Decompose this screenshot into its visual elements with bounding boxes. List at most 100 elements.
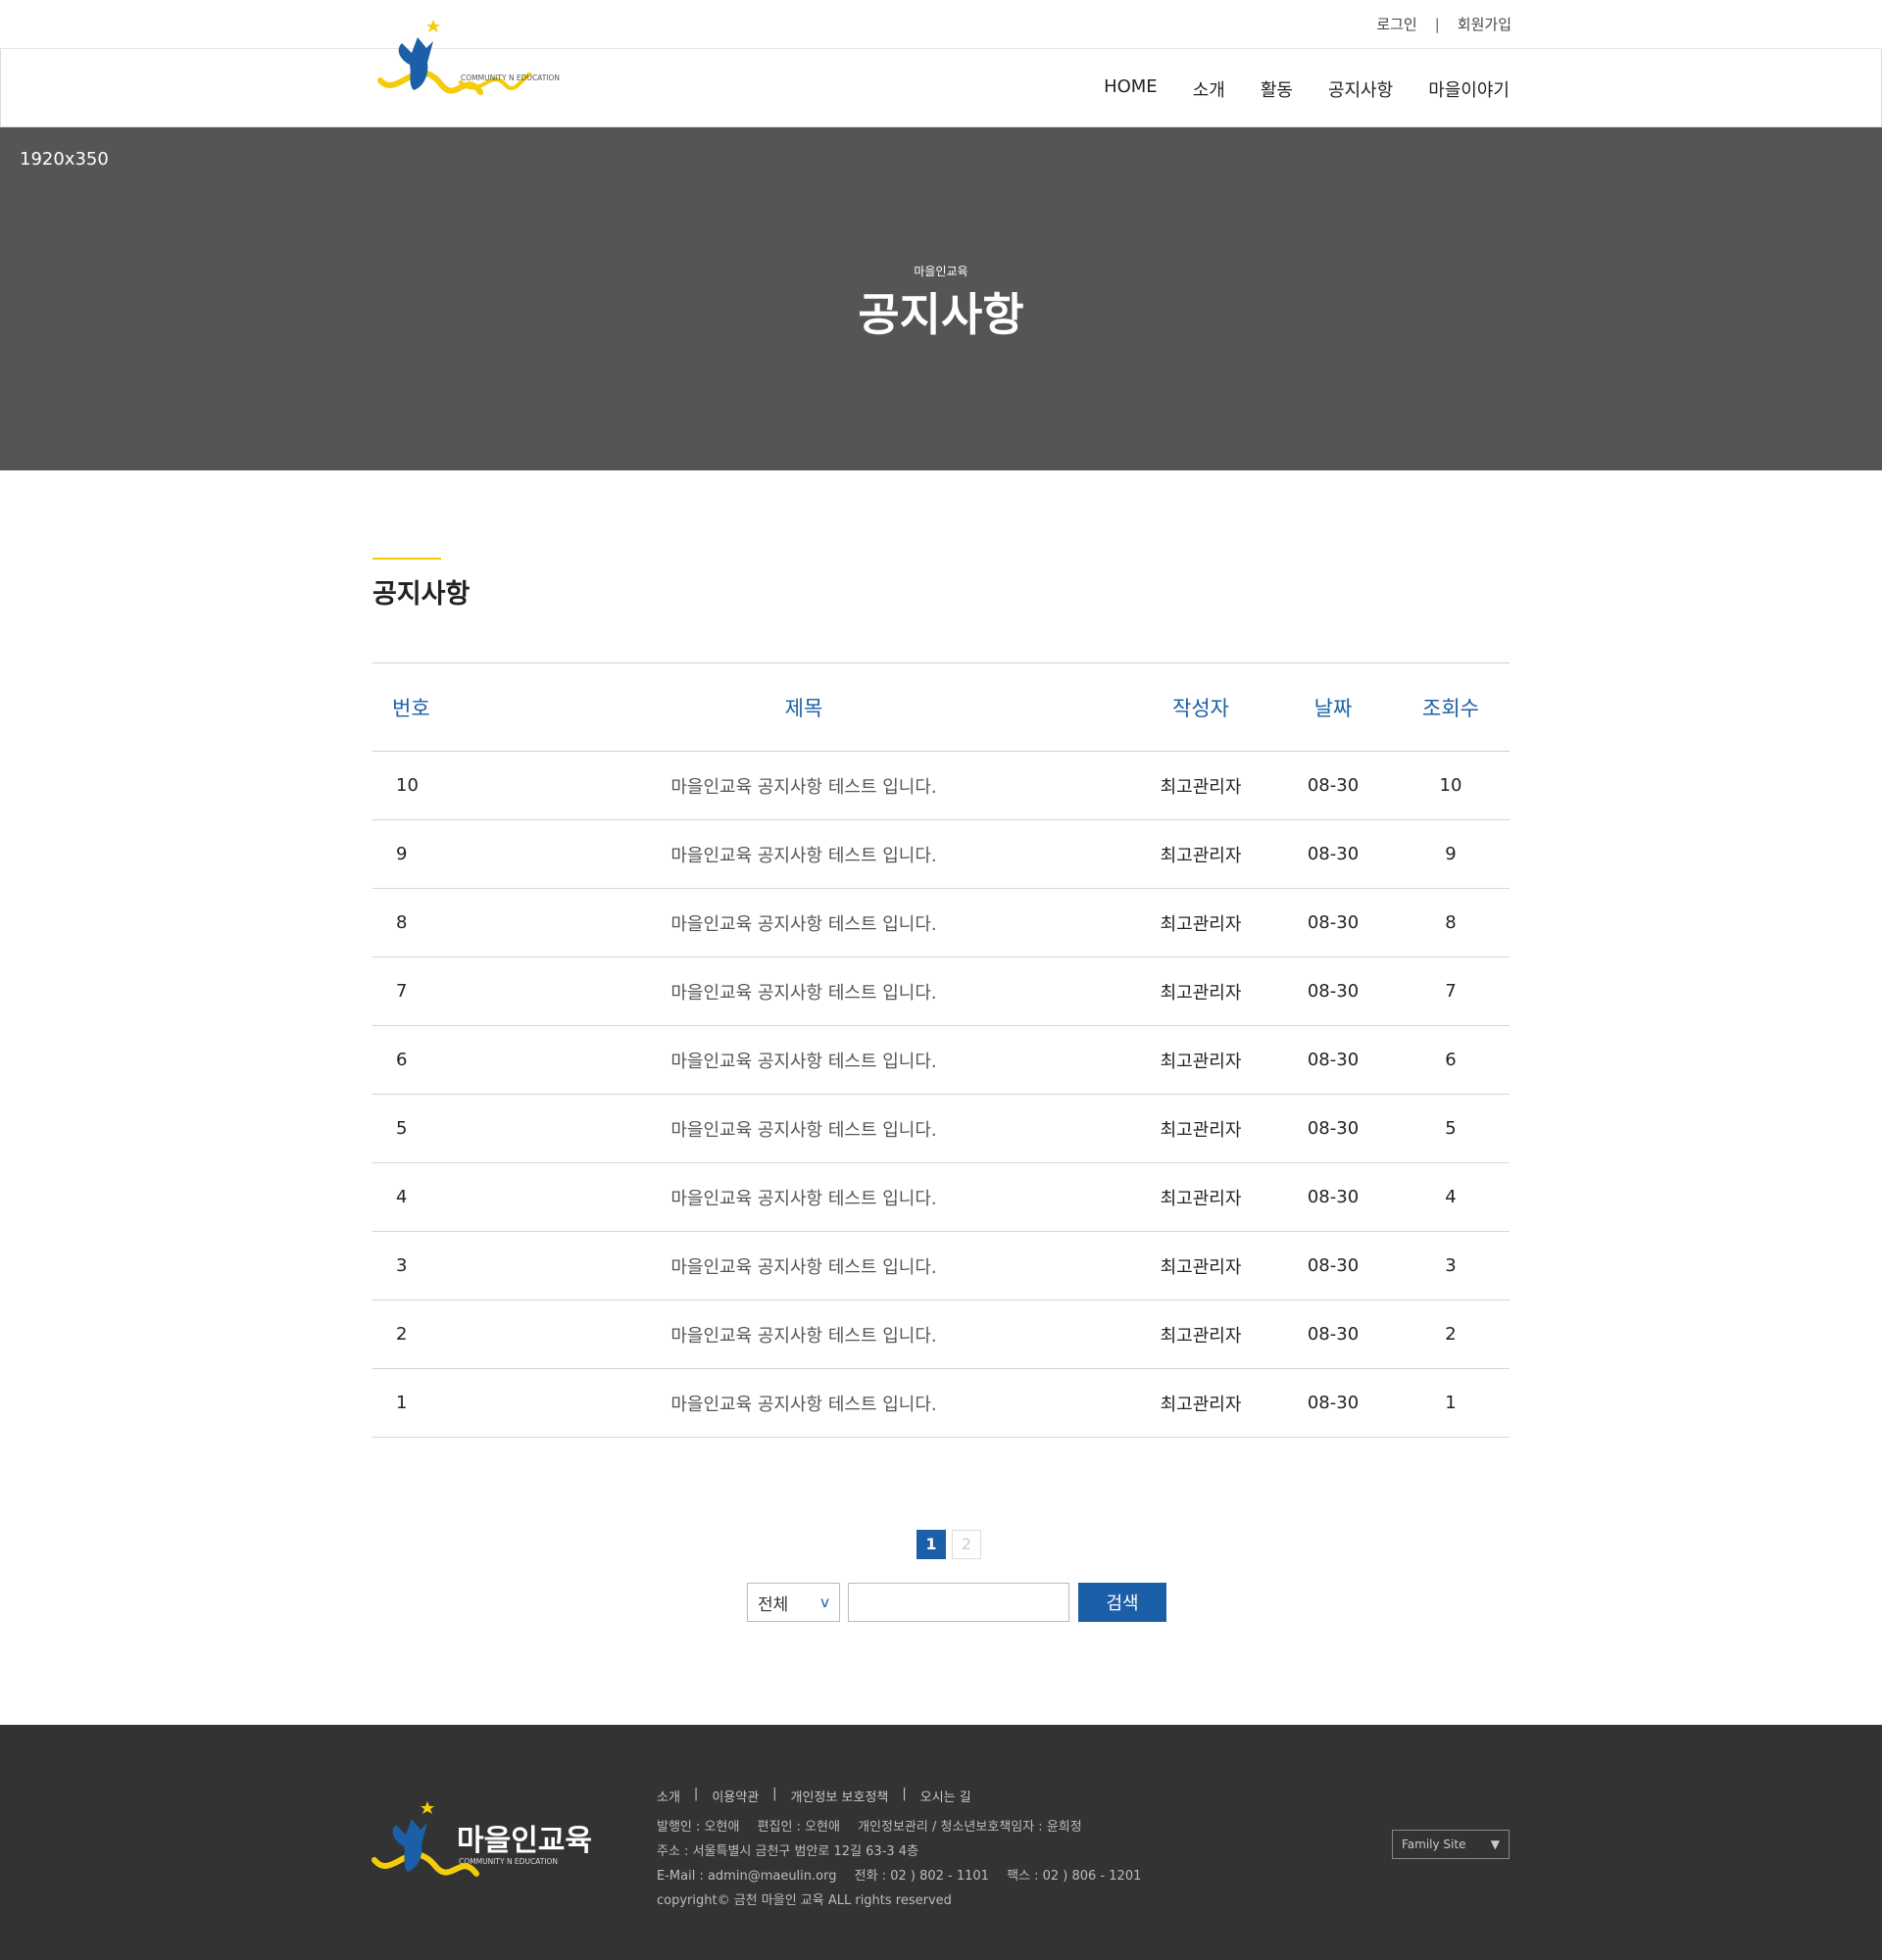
search-bar: 전체 v 검색 [747, 1583, 1166, 1622]
cell-views: 3 [1392, 1231, 1510, 1300]
page-title: 공지사항 [372, 579, 470, 610]
privacy-officer-text: 개인정보관리 / 청소년보호책임자 : 윤희정 [858, 1820, 1082, 1835]
nav-activity[interactable]: 활동 [1261, 76, 1293, 102]
cell-num: 8 [372, 888, 480, 957]
footer-info-row: 주소 : 서울특별시 금천구 범안로 12길 63-3 4층 [657, 1839, 1155, 1864]
nav-home[interactable]: HOME [1104, 76, 1158, 102]
top-bar: 로그인 | 회원가입 [0, 0, 1882, 49]
cell-num: 1 [372, 1368, 480, 1438]
editor-text: 편집인 : 오현애 [757, 1820, 840, 1835]
nav-story[interactable]: 마을이야기 [1428, 76, 1510, 102]
cell-date: 08-30 [1274, 751, 1392, 820]
navbar [0, 49, 1882, 127]
cell-subject-link[interactable]: 마을인교육 공지사항 테스트 입니다. [480, 888, 1127, 957]
hero-placeholder-text: 1920x350 [20, 149, 109, 170]
cell-subject-link[interactable]: 마을인교육 공지사항 테스트 입니다. [480, 1368, 1127, 1438]
cell-num: 5 [372, 1094, 480, 1163]
family-site-select[interactable]: Family Site ▼ [1392, 1830, 1510, 1859]
cell-date: 08-30 [1274, 819, 1392, 889]
cell-subject-link[interactable]: 마을인교육 공지사항 테스트 입니다. [480, 819, 1127, 889]
cell-num: 6 [372, 1025, 480, 1095]
footer-link-terms[interactable]: 이용약관 [712, 1787, 759, 1805]
cell-date: 08-30 [1274, 1162, 1392, 1232]
footer-logo-tagline: COMMUNITY N EDUCATION [459, 1857, 558, 1866]
cell-views: 6 [1392, 1025, 1510, 1095]
table-row[interactable]: 8 마을인교육 공지사항 테스트 입니다. 최고관리자 08-30 8 [372, 888, 1510, 957]
table-row[interactable]: 10 마을인교육 공지사항 테스트 입니다. 최고관리자 08-30 10 [372, 751, 1510, 820]
search-field-value: 전체 [758, 1594, 789, 1615]
cell-num: 10 [372, 751, 480, 820]
footer-link-about[interactable]: 소개 [657, 1787, 680, 1805]
cell-subject-link[interactable]: 마을인교육 공지사항 테스트 입니다. [480, 1094, 1127, 1163]
footer: 마을인교육 COMMUNITY N EDUCATION 소개 | 이용약관 | … [0, 1725, 1882, 1960]
cell-subject-link[interactable]: 마을인교육 공지사항 테스트 입니다. [480, 1299, 1127, 1369]
logo-tagline: COMMUNITY N EDUCATION [461, 74, 560, 82]
separator: | [1434, 15, 1440, 33]
cell-writer: 최고관리자 [1127, 1094, 1274, 1163]
cell-subject-link[interactable]: 마을인교육 공지사항 테스트 입니다. [480, 956, 1127, 1026]
table-row[interactable]: 4 마을인교육 공지사항 테스트 입니다. 최고관리자 08-30 4 [372, 1162, 1510, 1232]
table-row[interactable]: 7 마을인교육 공지사항 테스트 입니다. 최고관리자 08-30 7 [372, 956, 1510, 1026]
table-row[interactable]: 1 마을인교육 공지사항 테스트 입니다. 최고관리자 08-30 1 [372, 1368, 1510, 1438]
page: 로그인 | 회원가입 COMMUNITY N EDUCATION HOME 소개… [0, 0, 1882, 1960]
cell-num: 9 [372, 819, 480, 889]
table-row[interactable]: 2 마을인교육 공지사항 테스트 입니다. 최고관리자 08-30 2 [372, 1299, 1510, 1369]
search-field-select[interactable]: 전체 v [747, 1583, 840, 1622]
cell-views: 9 [1392, 819, 1510, 889]
col-header-date: 날짜 [1274, 662, 1392, 752]
col-header-subject: 제목 [480, 662, 1127, 752]
cell-writer: 최고관리자 [1127, 1368, 1274, 1438]
table-row[interactable]: 9 마을인교육 공지사항 테스트 입니다. 최고관리자 08-30 9 [372, 819, 1510, 889]
fax-text: 팩스 : 02 ) 806 - 1201 [1007, 1869, 1142, 1884]
footer-info-row: copyright© 금천 마을인 교육 ALL rights reserved [657, 1888, 1155, 1913]
cell-writer: 최고관리자 [1127, 888, 1274, 957]
table-row[interactable]: 3 마을인교육 공지사항 테스트 입니다. 최고관리자 08-30 3 [372, 1231, 1510, 1300]
cell-date: 08-30 [1274, 1368, 1392, 1438]
col-header-writer: 작성자 [1127, 662, 1274, 752]
cell-date: 08-30 [1274, 1025, 1392, 1095]
separator: | [902, 1787, 907, 1801]
site-logo[interactable]: COMMUNITY N EDUCATION [372, 14, 588, 112]
table-row[interactable]: 6 마을인교육 공지사항 테스트 입니다. 최고관리자 08-30 6 [372, 1025, 1510, 1095]
cell-views: 7 [1392, 956, 1510, 1026]
page-2-button[interactable]: 2 [952, 1530, 981, 1559]
search-button[interactable]: 검색 [1078, 1583, 1166, 1622]
nav-about[interactable]: 소개 [1193, 76, 1225, 102]
hero-title: 공지사항 [858, 288, 1024, 341]
table-header-row: 번호 제목 작성자 날짜 조회수 [372, 662, 1510, 752]
family-site-label: Family Site [1402, 1838, 1466, 1851]
cell-views: 1 [1392, 1368, 1510, 1438]
footer-info: 발행인 : 오현애 편집인 : 오현애 개인정보관리 / 청소년보호책임자 : … [657, 1815, 1155, 1913]
cell-num: 7 [372, 956, 480, 1026]
col-header-views: 조회수 [1392, 662, 1510, 752]
separator: | [693, 1787, 699, 1801]
cell-writer: 최고관리자 [1127, 1025, 1274, 1095]
cell-subject-link[interactable]: 마을인교육 공지사항 테스트 입니다. [480, 1231, 1127, 1300]
cell-subject-link[interactable]: 마을인교육 공지사항 테스트 입니다. [480, 751, 1127, 820]
cell-num: 2 [372, 1299, 480, 1369]
footer-link-directions[interactable]: 오시는 길 [920, 1787, 971, 1805]
cell-subject-link[interactable]: 마을인교육 공지사항 테스트 입니다. [480, 1025, 1127, 1095]
col-header-num: 번호 [372, 662, 480, 752]
cell-num: 4 [372, 1162, 480, 1232]
copyright-text: copyright© 금천 마을인 교육 ALL rights reserved [657, 1893, 952, 1908]
table-row[interactable]: 5 마을인교육 공지사항 테스트 입니다. 최고관리자 08-30 5 [372, 1094, 1510, 1163]
signup-link[interactable]: 회원가입 [1458, 14, 1511, 34]
cell-date: 08-30 [1274, 1094, 1392, 1163]
notice-table: 번호 제목 작성자 날짜 조회수 10 마을인교육 공지사항 테스트 입니다. … [372, 662, 1510, 1438]
chevron-down-icon: v [820, 1593, 829, 1611]
search-input[interactable] [848, 1583, 1069, 1622]
cell-subject-link[interactable]: 마을인교육 공지사항 테스트 입니다. [480, 1162, 1127, 1232]
cell-date: 08-30 [1274, 956, 1392, 1026]
page-1-button[interactable]: 1 [916, 1530, 946, 1559]
cell-num: 3 [372, 1231, 480, 1300]
footer-link-privacy[interactable]: 개인정보 보호정책 [791, 1787, 889, 1805]
cell-views: 8 [1392, 888, 1510, 957]
pagination: 1 2 [916, 1530, 981, 1559]
dropdown-arrow-icon: ▼ [1490, 1838, 1500, 1851]
login-link[interactable]: 로그인 [1376, 14, 1416, 34]
cell-date: 08-30 [1274, 1231, 1392, 1300]
nav-notice[interactable]: 공지사항 [1328, 76, 1393, 102]
footer-logo: 마을인교육 COMMUNITY N EDUCATION [371, 1801, 592, 1877]
cell-date: 08-30 [1274, 888, 1392, 957]
